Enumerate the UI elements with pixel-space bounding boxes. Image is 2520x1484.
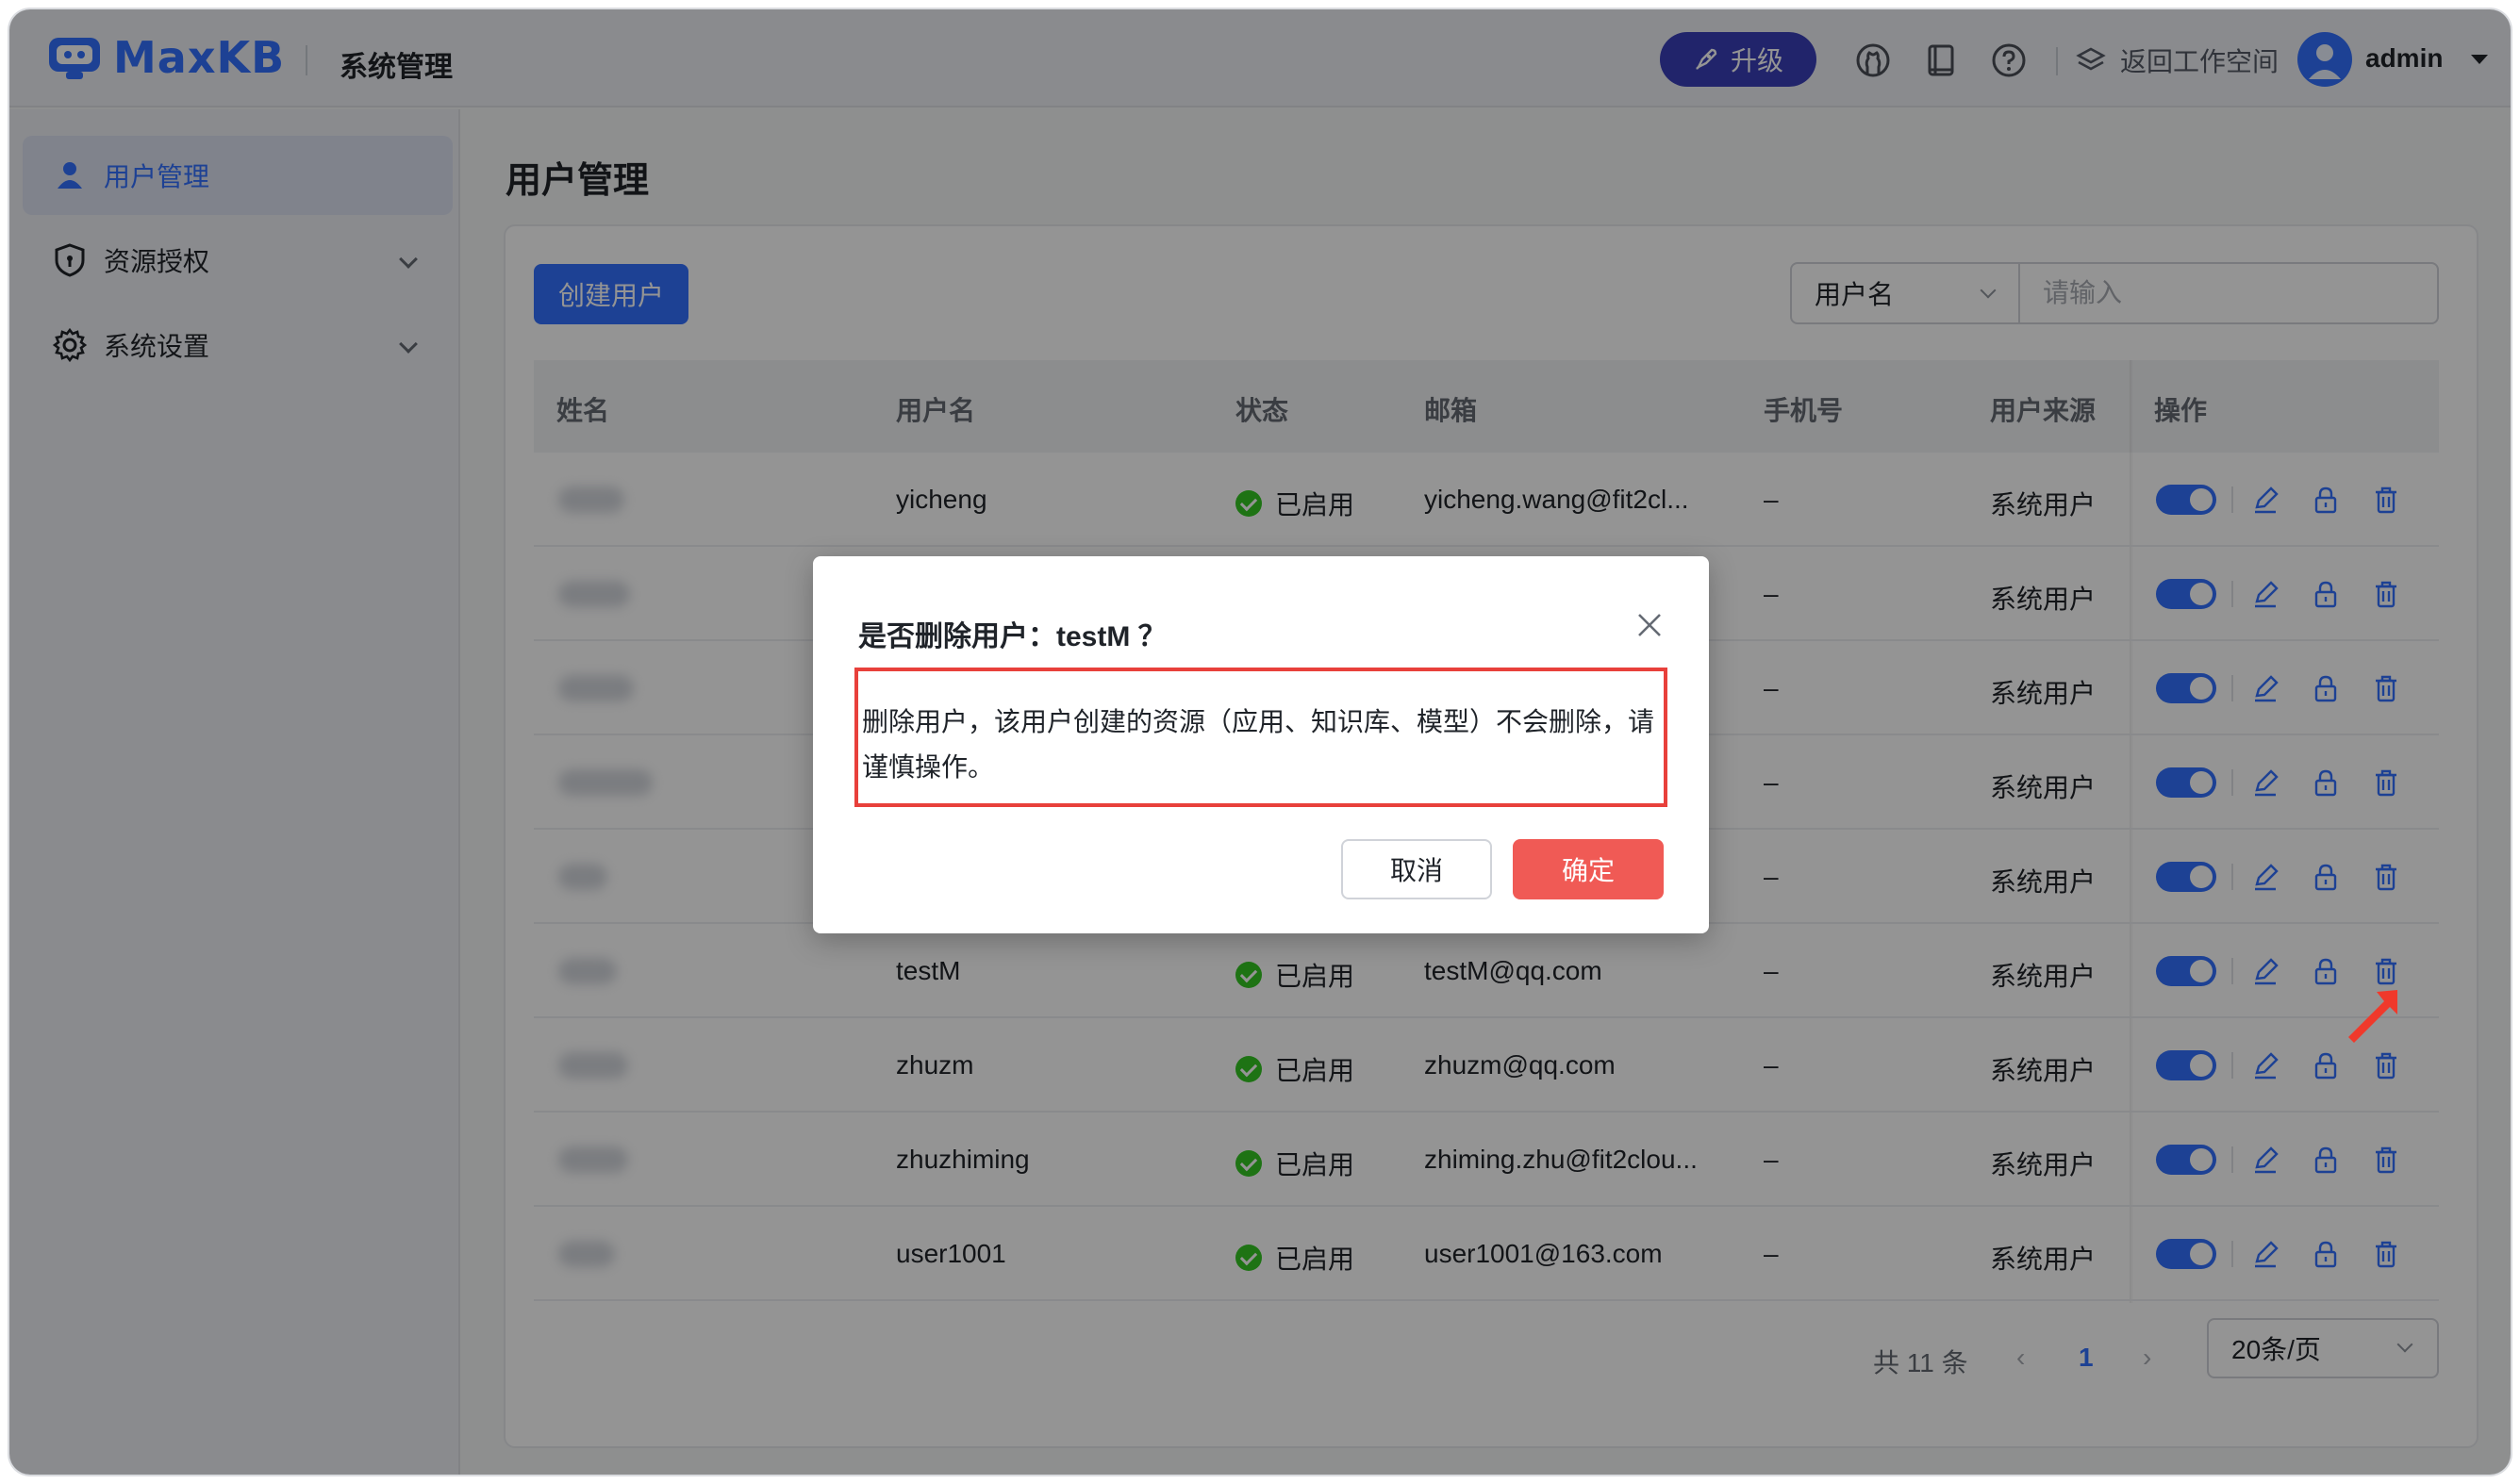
dialog-message: 删除用户，该用户创建的资源（应用、知识库、模型）不会删除，请谨慎操作。 bbox=[854, 668, 1667, 807]
close-icon[interactable] bbox=[1633, 609, 1666, 641]
dialog-title: 是否删除用户：testM ？ bbox=[858, 621, 1167, 652]
annotation-arrow-icon bbox=[2348, 990, 2397, 1043]
cancel-button[interactable]: 取消 bbox=[1341, 839, 1492, 899]
confirm-button[interactable]: 确定 bbox=[1513, 839, 1664, 899]
app-window: MaxKB 系统管理 升级 返回工作空间 admin 用户管理 资源授权 系统设… bbox=[9, 9, 2511, 1475]
delete-user-dialog: 是否删除用户：testM ？ 删除用户，该用户创建的资源（应用、知识库、模型）不… bbox=[813, 556, 1709, 933]
